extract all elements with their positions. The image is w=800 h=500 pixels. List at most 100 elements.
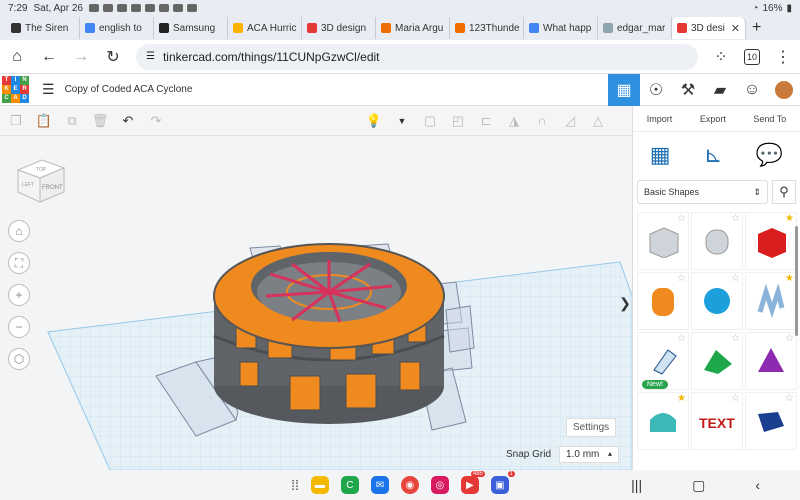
snap-grid-select[interactable]: 1.0 mm ▴ [559, 446, 620, 463]
zoom-in-icon[interactable]: + [8, 284, 30, 306]
shape-polygon[interactable]: ☆ [745, 392, 797, 450]
browser-tab[interactable]: The Siren [6, 17, 80, 39]
grid-view-icon[interactable]: ▦ [608, 74, 640, 106]
classroom-app-icon[interactable]: C [340, 476, 359, 494]
extensions-icon[interactable]: ⁘ [712, 47, 730, 67]
doc-title[interactable]: Copy of Coded ACA Cyclone [65, 84, 193, 95]
copy-icon[interactable]: ❐ [8, 113, 24, 128]
url-text: tinkercad.com/things/11CUNpGzwCl/edit [162, 49, 380, 64]
browser-tab[interactable]: edgar_mar [598, 17, 672, 39]
shape-pen[interactable]: ☆ New! [637, 332, 689, 390]
pickaxe-icon[interactable]: ⚒ [672, 74, 704, 106]
tab-title: ACA Hurric [247, 22, 297, 34]
shape-text[interactable]: ☆ TEXT [691, 392, 743, 450]
messages-app-icon[interactable]: ✉ [370, 476, 389, 494]
briefcase-icon[interactable]: ▰ [704, 74, 736, 106]
chrome-app-icon[interactable]: ◉ [400, 476, 419, 494]
workplane-scene[interactable] [0, 136, 632, 470]
menu-icon[interactable]: ⋮ [774, 47, 792, 67]
browser-tab[interactable]: ACA Hurric [228, 17, 302, 39]
shape-scribble[interactable]: ★ [745, 272, 797, 330]
collapse-panel-icon[interactable]: ❯ [618, 288, 632, 318]
home-button-icon[interactable]: ▢ [692, 477, 705, 494]
roblox-app-icon[interactable]: ▣ 1 [490, 471, 515, 494]
group-icon[interactable]: ◰ [450, 113, 466, 128]
shape-box-hole[interactable]: ☆ [637, 212, 689, 270]
updown-icon: ⇕ [753, 186, 761, 197]
redo-icon[interactable]: ↷ [148, 113, 164, 128]
screen-recorder-app-icon[interactable]: ◎ [430, 476, 449, 494]
site-settings-icon[interactable]: ☰ [146, 51, 155, 62]
url-field[interactable]: ☰ tinkercad.com/things/11CUNpGzwCl/edit [136, 43, 698, 70]
note-icon[interactable]: ▢ [422, 113, 438, 128]
browser-tab[interactable]: 123Thunde [450, 17, 524, 39]
close-tab-icon[interactable]: ✕ [731, 22, 740, 35]
settings-button[interactable]: Settings [566, 418, 617, 437]
tab-title: 3D design [321, 22, 367, 34]
search-icon[interactable]: ⚲ [772, 180, 796, 204]
chevron-down-icon[interactable]: ▼ [394, 114, 410, 128]
apps-grid-icon[interactable]: ⁞⁞ [291, 477, 299, 493]
battery-level: 16% [762, 2, 783, 14]
mirror-icon[interactable]: ◮ [506, 113, 522, 128]
browser-tab[interactable]: What happ [524, 17, 598, 39]
3d-workspace[interactable]: TOP LEFT FRONT ⌂ ⛶ + − ⬡ ❯ Settings Snap… [0, 136, 632, 470]
avatar[interactable] [768, 74, 800, 106]
browser-tab[interactable]: english to [80, 17, 154, 39]
ruler-tool-icon[interactable]: ⊾ [704, 142, 722, 168]
tab-count-button[interactable]: 10 [744, 48, 760, 65]
files-app-icon[interactable]: ▬ [310, 476, 329, 494]
notification-icons [88, 4, 199, 12]
notes-tool-icon[interactable]: 💬 [756, 142, 783, 168]
workplane-icon[interactable]: △ [590, 113, 606, 128]
light-bulb-icon[interactable]: 💡 [366, 113, 382, 128]
add-user-icon[interactable]: ☺ [736, 74, 768, 106]
shape-panel-scrollbar[interactable] [795, 226, 798, 336]
recent-apps-icon[interactable]: ||| [631, 477, 642, 494]
magnet-icon[interactable]: ∩ [534, 113, 550, 128]
import-button[interactable]: Import [647, 114, 673, 124]
back-icon[interactable]: ← [40, 48, 58, 66]
browser-tab[interactable]: 3D desi ✕ [672, 17, 746, 39]
new-tab-icon[interactable]: + [752, 19, 761, 37]
align-icon[interactable]: ⊏ [478, 113, 494, 128]
shape-category-select[interactable]: Basic Shapes ⇕ [637, 180, 768, 204]
shape-roof[interactable]: ☆ [691, 332, 743, 390]
tinkercad-logo[interactable]: TINKERCAD [2, 75, 30, 104]
zoom-out-icon[interactable]: − [8, 316, 30, 338]
browser-tab[interactable]: Samsung [154, 17, 228, 39]
delete-icon[interactable]: 🗑 [92, 113, 109, 128]
edit-toolbar: ❐ 📋 ⧉ 🗑 ↶ ↷ 💡 ▼ ▢ ◰ ⊏ ◮ ∩ ◿ △ [0, 106, 632, 136]
favicon-icon [529, 23, 539, 33]
shape-cone[interactable]: ☆ [745, 332, 797, 390]
home-icon[interactable]: ⌂ [8, 48, 26, 66]
notification-badge: 485 [470, 471, 485, 477]
sim-lab-icon[interactable]: ☉ [640, 74, 672, 106]
undo-icon[interactable]: ↶ [120, 113, 136, 128]
forward-icon[interactable]: → [72, 48, 90, 66]
send-to-button[interactable]: Send To [753, 114, 786, 124]
export-button[interactable]: Export [700, 114, 726, 124]
doc-list-icon[interactable]: ☰ [42, 81, 55, 98]
shape-round-roof[interactable]: ★ [637, 392, 689, 450]
shape-cylinder[interactable]: ☆ [637, 272, 689, 330]
workplane-tool-icon[interactable]: ▦ [650, 142, 671, 168]
shape-box[interactable]: ★ [745, 212, 797, 270]
reload-icon[interactable]: ↻ [104, 47, 122, 67]
new-badge: New! [642, 380, 668, 389]
fit-view-icon[interactable]: ⛶ [8, 252, 30, 274]
shape-cylinder-hole[interactable]: ☆ [691, 212, 743, 270]
duplicate-icon[interactable]: ⧉ [64, 113, 80, 128]
ruler-icon[interactable]: ◿ [562, 113, 578, 128]
back-button-icon[interactable]: ‹ [755, 477, 760, 494]
svg-text:TEXT: TEXT [699, 415, 735, 431]
browser-tab[interactable]: 3D design [302, 17, 376, 39]
paste-icon[interactable]: 📋 [36, 113, 52, 128]
tab-title: english to [99, 22, 142, 34]
home-view-icon[interactable]: ⌂ [8, 220, 30, 242]
view-cube[interactable]: TOP LEFT FRONT [14, 156, 68, 211]
youtube-app-icon[interactable]: ▶ 485 [460, 471, 485, 494]
browser-tab[interactable]: Maria Argu [376, 17, 450, 39]
shape-sphere[interactable]: ☆ [691, 272, 743, 330]
perspective-icon[interactable]: ⬡ [8, 348, 30, 370]
